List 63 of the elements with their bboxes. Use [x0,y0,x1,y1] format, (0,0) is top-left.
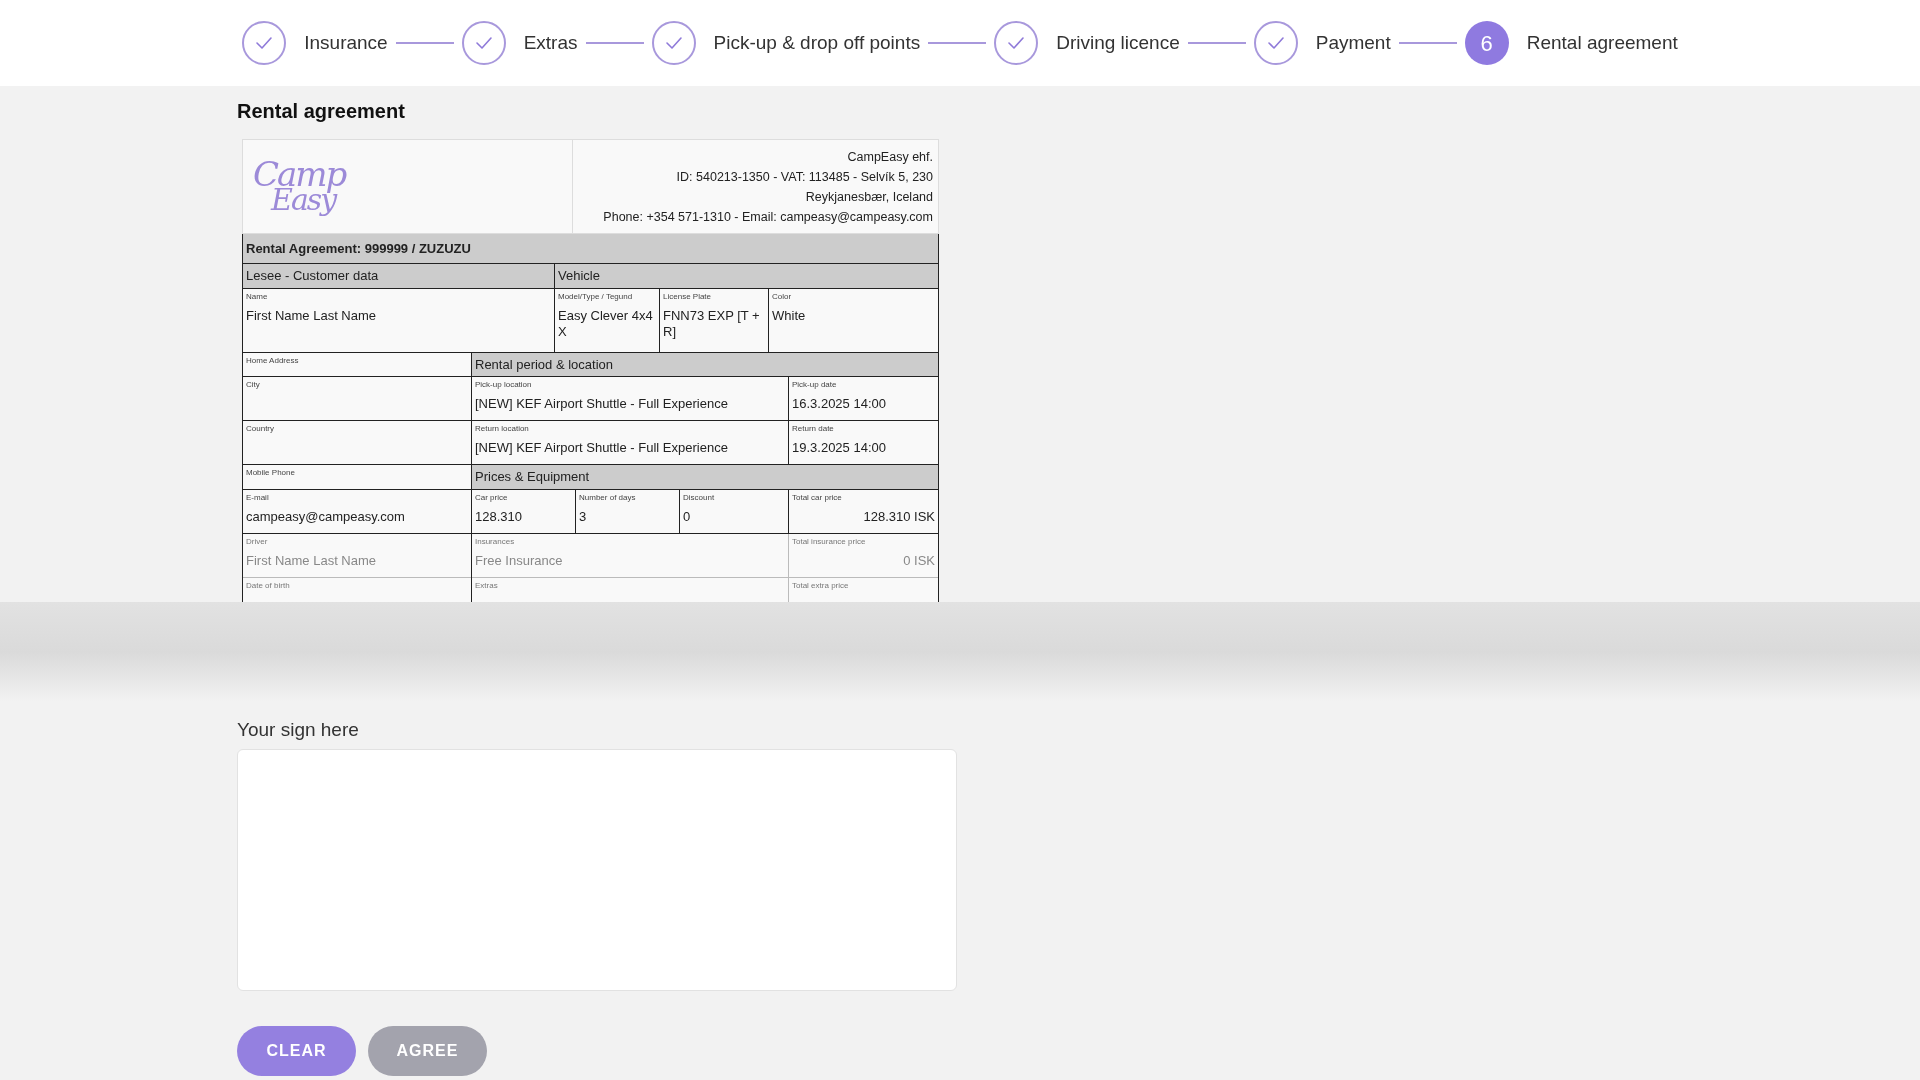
field-label: Extras [475,581,499,591]
company-info: Phone: +354 571-1310 - Email: campeasy@campeasy.com [603,208,933,226]
check-icon [474,36,493,50]
field-value: First Name Last Name [246,308,378,324]
field-label: Return location [475,424,530,434]
field-value: campeasy@campeasy.com [246,509,406,525]
field-value: FNN73 EXP [T + R] [663,308,761,340]
field-value: 3 [579,509,588,525]
field-label: Home Address [246,356,300,366]
section-header: Vehicle [558,267,600,286]
section-header: Rental period & location [475,355,614,374]
step-label[interactable]: Rental agreement [1526,28,1678,58]
field-label: Total extra price [792,581,850,591]
signature-pad[interactable] [237,748,957,991]
company-info: ID: 540213-1350 - VAT: 113485 - Selvík 5, 230 [676,168,933,186]
agreement-number: Rental Agreement: 999999 / ZUZUZU [246,239,471,258]
check-icon [1266,36,1285,50]
check-icon [664,36,683,50]
field-value: [NEW] KEF Airport Shuttle - Full Experience [475,440,729,456]
field-label: Total insurance price [792,537,867,547]
field-value: Easy Clever 4x4 X [558,308,654,340]
field-value: 16.3.2025 14:00 [792,396,887,412]
field-label: E-mail [246,493,270,503]
check-icon [1007,36,1026,50]
field-label: Number of days [579,493,637,503]
step-number: 6 [1480,29,1493,58]
field-label: Color [772,292,793,302]
section-header: Prices & Equipment [475,468,590,487]
field-label: Return date [792,424,835,434]
field-label: Insurances [475,537,516,547]
field-label: City [246,380,261,390]
field-label: Driver [246,537,269,547]
check-icon [255,36,274,50]
step-label[interactable]: Payment [1315,28,1391,58]
field-value: [NEW] KEF Airport Shuttle - Full Experience [475,396,729,412]
page-title: Rental agreement [237,99,406,124]
step-label[interactable]: Driving licence [1056,28,1180,58]
field-label: Country [246,424,275,434]
field-label: Model/Type / Tegund [558,292,634,302]
signature-label: Your sign here [237,718,360,742]
field-label: Pick-up location [475,380,533,390]
field-value: Free Insurance [475,553,564,569]
field-value: 128.310 [475,509,523,525]
field-value: 128.310 ISK [862,509,935,525]
company-info: Reykjanesbær, Iceland [805,188,933,206]
field-label: Mobile Phone [246,468,296,478]
field-label: Total car price [792,493,843,503]
field-label: Discount [683,493,716,503]
field-label: Date of birth [246,581,291,591]
step-label[interactable]: Pick-up & drop off points [713,28,921,58]
company-info: CampEasy ehf. [847,148,933,166]
field-value: 0 [683,509,692,525]
field-value: 19.3.2025 14:00 [792,440,887,456]
field-label: Car price [475,493,509,503]
field-label: Pick-up date [792,380,838,390]
field-value: First Name Last Name [246,553,378,569]
step-label[interactable]: Extras [523,28,578,58]
step-label[interactable]: Insurance [304,28,388,58]
section-header: Lesee - Customer data [246,267,379,286]
field-label: Name [246,292,269,302]
field-value: White [772,308,807,324]
field-label: License Plate [663,292,713,302]
field-value: 0 ISK [902,553,935,569]
